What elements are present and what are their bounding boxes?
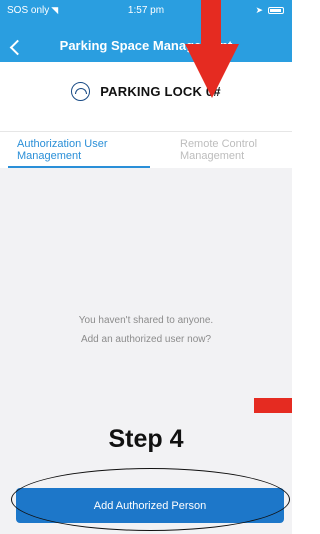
- status-time: 1:57 pm: [127, 5, 165, 16]
- highlight-ellipse: [11, 468, 290, 531]
- app-header: SOS only ◥ 1:57 pm ➤ Parking Space Manage…: [0, 0, 292, 62]
- page-title: Parking Space Management: [59, 38, 233, 53]
- tab-bar: Authorization User Management Remote Con…: [0, 131, 292, 168]
- location-arrow-icon: ➤: [255, 5, 263, 15]
- step-label: Step 4: [108, 425, 184, 453]
- empty-state-prompt: Add an authorized user now?: [80, 334, 212, 345]
- status-bar: SOS only ◥ 1:57 pm ➤: [0, 0, 292, 22]
- tab-authorization-user-management[interactable]: Authorization User Management: [17, 138, 145, 162]
- red-marker: [254, 398, 292, 413]
- device-header: PARKING LOCK 0#: [0, 80, 292, 102]
- parking-lock-icon: [71, 81, 91, 101]
- status-right: ➤: [255, 5, 284, 16]
- red-pointer-arrow-icon: [185, 0, 239, 98]
- empty-state-message: You haven't shared to anyone.: [78, 315, 214, 326]
- battery-icon: [268, 7, 284, 14]
- tab-remote-control-management[interactable]: Remote Control Management: [180, 138, 290, 162]
